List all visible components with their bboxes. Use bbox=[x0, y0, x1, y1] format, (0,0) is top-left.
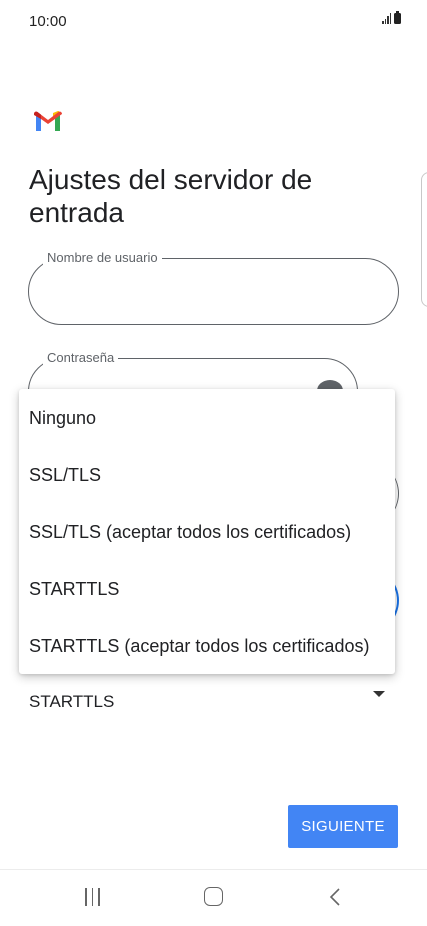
status-icons bbox=[382, 11, 401, 24]
dropdown-arrow-icon[interactable] bbox=[373, 691, 385, 697]
side-panel-edge bbox=[421, 172, 427, 307]
menu-item-ssl-tls[interactable]: SSL/TLS bbox=[19, 447, 395, 504]
nav-divider bbox=[0, 869, 427, 870]
signal-icon bbox=[382, 13, 391, 24]
username-label: Nombre de usuario bbox=[43, 249, 162, 267]
page-title: Ajustes del servidor de entrada bbox=[29, 164, 313, 228]
menu-item-ninguno[interactable]: Ninguno bbox=[19, 390, 395, 447]
screen: 10:00 Ajustes del servidor de entrada No… bbox=[0, 0, 427, 926]
username-field[interactable]: Nombre de usuario bbox=[28, 249, 399, 325]
menu-item-starttls[interactable]: STARTTLS bbox=[19, 561, 395, 618]
security-type-value[interactable]: STARTTLS bbox=[29, 692, 114, 712]
menu-item-starttls-all-certs[interactable]: STARTTLS (aceptar todos los certificados… bbox=[19, 618, 395, 675]
menu-item-ssl-tls-all-certs[interactable]: SSL/TLS (aceptar todos los certificados) bbox=[19, 504, 395, 561]
recents-icon[interactable] bbox=[85, 888, 100, 906]
gmail-logo bbox=[34, 111, 62, 131]
password-label: Contraseña bbox=[43, 349, 119, 367]
status-time: 10:00 bbox=[29, 13, 67, 30]
next-button[interactable]: SIGUIENTE bbox=[288, 805, 398, 848]
battery-icon bbox=[394, 11, 401, 24]
back-icon[interactable] bbox=[326, 887, 346, 907]
home-icon[interactable] bbox=[204, 887, 223, 906]
security-type-menu: Ninguno SSL/TLS SSL/TLS (aceptar todos l… bbox=[19, 389, 395, 674]
